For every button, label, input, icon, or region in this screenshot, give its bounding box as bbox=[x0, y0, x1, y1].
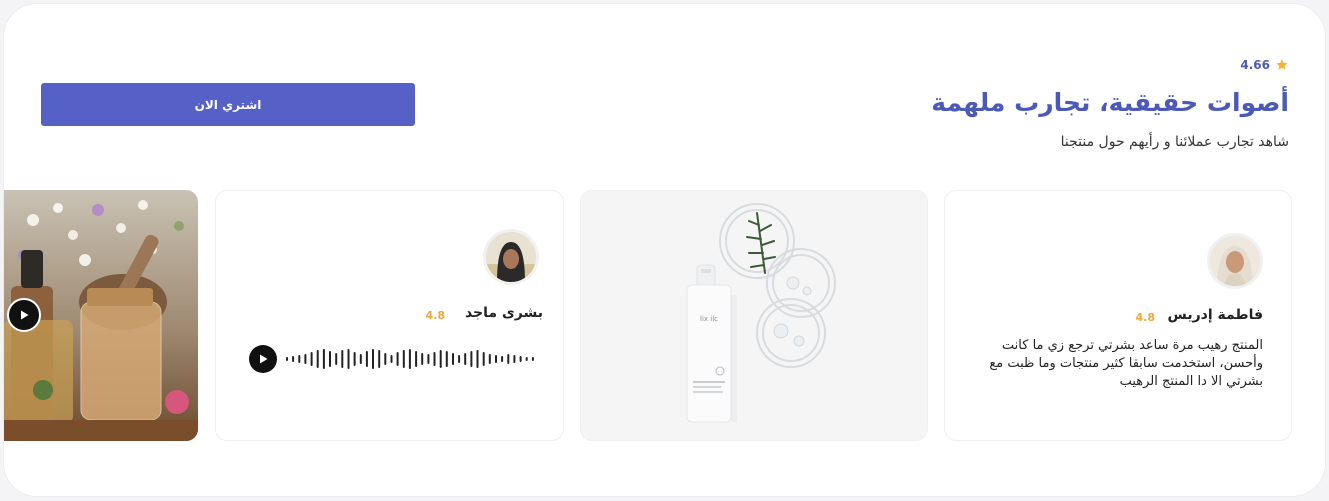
avatar bbox=[1207, 233, 1263, 289]
play-audio-button[interactable] bbox=[249, 345, 277, 373]
avatar bbox=[483, 229, 539, 285]
play-video-button[interactable] bbox=[7, 298, 41, 332]
rating-value: 4.66 bbox=[1240, 58, 1270, 72]
review-text: المنتج رهيب مرة ساعد بشرتي ترجع زي ما كا… bbox=[989, 338, 1263, 389]
reviewer-score: 4.8 bbox=[1135, 311, 1156, 324]
video-thumbnail-card bbox=[4, 190, 198, 441]
audio-review-card: بشرى ماجد 4.8 bbox=[215, 190, 564, 441]
review-card: فاطمة إدريس 4.8 المنتج رهيب مرة ساعد بشر… bbox=[944, 190, 1292, 441]
svg-text:lix ilc: lix ilc bbox=[700, 315, 718, 323]
reviewer-name: فاطمة إدريس bbox=[1167, 307, 1263, 323]
reviewer-name: بشرى ماجد bbox=[464, 305, 543, 321]
play-icon bbox=[260, 354, 268, 364]
overall-rating: 4.66 bbox=[1240, 58, 1289, 72]
star-icon bbox=[1276, 59, 1288, 70]
product-image-card: lix ilc bbox=[580, 190, 928, 441]
section-title: أصوات حقيقية، تجارب ملهمة bbox=[931, 88, 1289, 117]
avatar-image bbox=[1210, 236, 1260, 286]
product-image: lix ilc bbox=[581, 191, 927, 440]
buy-now-button[interactable]: اشتري الان bbox=[41, 83, 415, 126]
reviewer-score: 4.8 bbox=[425, 309, 446, 322]
avatar-image bbox=[486, 232, 536, 282]
play-icon bbox=[21, 310, 29, 320]
waveform-icon[interactable] bbox=[286, 347, 538, 371]
testimonials-section: 4.66 أصوات حقيقية، تجارب ملهمة شاهد تجار… bbox=[3, 3, 1326, 497]
section-subtitle: شاهد تجارب عملائنا و رأيهم حول منتجنا bbox=[1060, 134, 1289, 150]
